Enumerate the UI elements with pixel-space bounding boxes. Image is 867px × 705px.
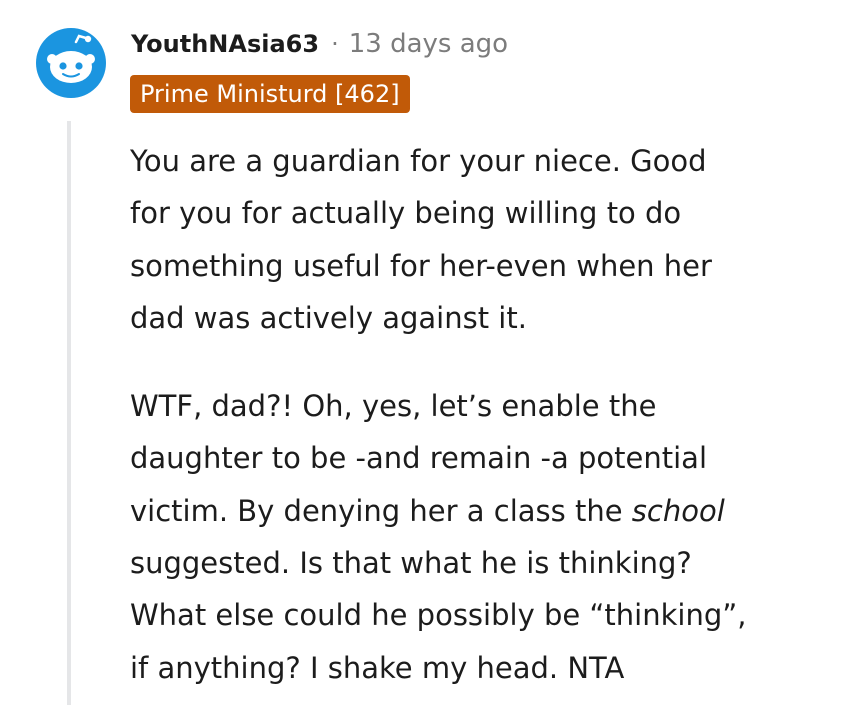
comment: YouthNAsia63 · 13 days ago Prime Ministu…	[0, 0, 867, 705]
text-line: something useful for her-even when her	[130, 248, 712, 283]
text-line-with-emphasis: victim. By denying her a class the schoo…	[130, 485, 840, 537]
username-link[interactable]: YouthNAsia63	[131, 30, 319, 58]
text-line: for you for actually being willing to do	[130, 196, 682, 231]
emphasized-text: school	[631, 493, 725, 528]
timestamp-link[interactable]: 13 days ago	[349, 29, 508, 59]
text-line: What else could he possibly be “thinking…	[130, 598, 747, 633]
text-line: WTF, dad?! Oh, yes, let’s enable the	[130, 389, 657, 424]
avatar[interactable]	[36, 28, 106, 98]
text-line: dad was actively against it.	[130, 300, 527, 335]
text-line: You are a guardian for your niece. Good	[130, 144, 707, 178]
text-line: if anything? I shake my head. NTA	[130, 650, 625, 685]
user-flair-badge: Prime Ministurd [462]	[130, 75, 410, 113]
text-segment: victim. By denying her a class the	[130, 493, 632, 528]
comment-paragraph-2: WTF, dad?! Oh, yes, let’s enable the dau…	[130, 380, 840, 694]
comment-header: YouthNAsia63 · 13 days ago	[131, 26, 508, 62]
comment-paragraph-1: You are a guardian for your niece. Good …	[130, 135, 840, 344]
reddit-snoo-icon	[36, 28, 106, 98]
text-line: daughter to be -and remain -a potential	[130, 441, 707, 476]
meta-separator: ·	[331, 30, 339, 58]
text-line: suggested. Is that what he is thinking?	[130, 546, 692, 581]
thread-collapse-line[interactable]	[67, 121, 71, 705]
comment-body: You are a guardian for your niece. Good …	[130, 135, 840, 694]
